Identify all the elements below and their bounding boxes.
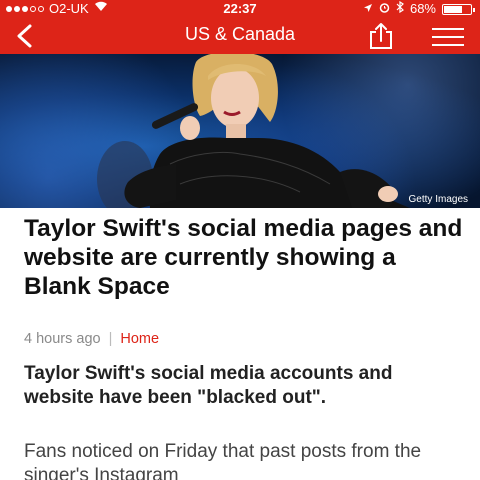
- menu-button[interactable]: [430, 22, 466, 50]
- bluetooth-icon: [396, 0, 404, 18]
- hamburger-menu-icon: [430, 28, 466, 46]
- location-arrow-icon: [363, 0, 373, 18]
- status-bar: O2-UK 22:37 68%: [0, 0, 480, 18]
- battery-fill: [444, 5, 462, 13]
- share-icon: [370, 23, 392, 49]
- share-button[interactable]: [366, 20, 396, 52]
- section-link-home[interactable]: Home: [120, 331, 159, 347]
- article-timestamp: 4 hours ago: [24, 331, 101, 347]
- page-title: US & Canada: [184, 24, 296, 44]
- status-right: 68%: [363, 0, 475, 18]
- alarm-clock-icon: [379, 0, 390, 18]
- battery-icon: [442, 3, 475, 15]
- meta-separator: |: [108, 331, 113, 347]
- article-headline: Taylor Swift's social media pages and we…: [24, 215, 463, 300]
- battery-percent: 68%: [409, 1, 436, 16]
- article-meta: 4 hours ago | Home: [24, 331, 159, 347]
- article-body: Fans noticed on Friday that past posts f…: [24, 441, 422, 480]
- article-hero-image[interactable]: Getty Images: [0, 54, 480, 208]
- app-header: O2-UK 22:37 68% US & Canada: [0, 0, 480, 54]
- singer-photo: [97, 54, 411, 208]
- nav-bar: US & Canada: [0, 18, 480, 54]
- photo-credit: Getty Images: [408, 194, 468, 205]
- article-summary: Taylor Swift's social media accounts and…: [24, 363, 393, 408]
